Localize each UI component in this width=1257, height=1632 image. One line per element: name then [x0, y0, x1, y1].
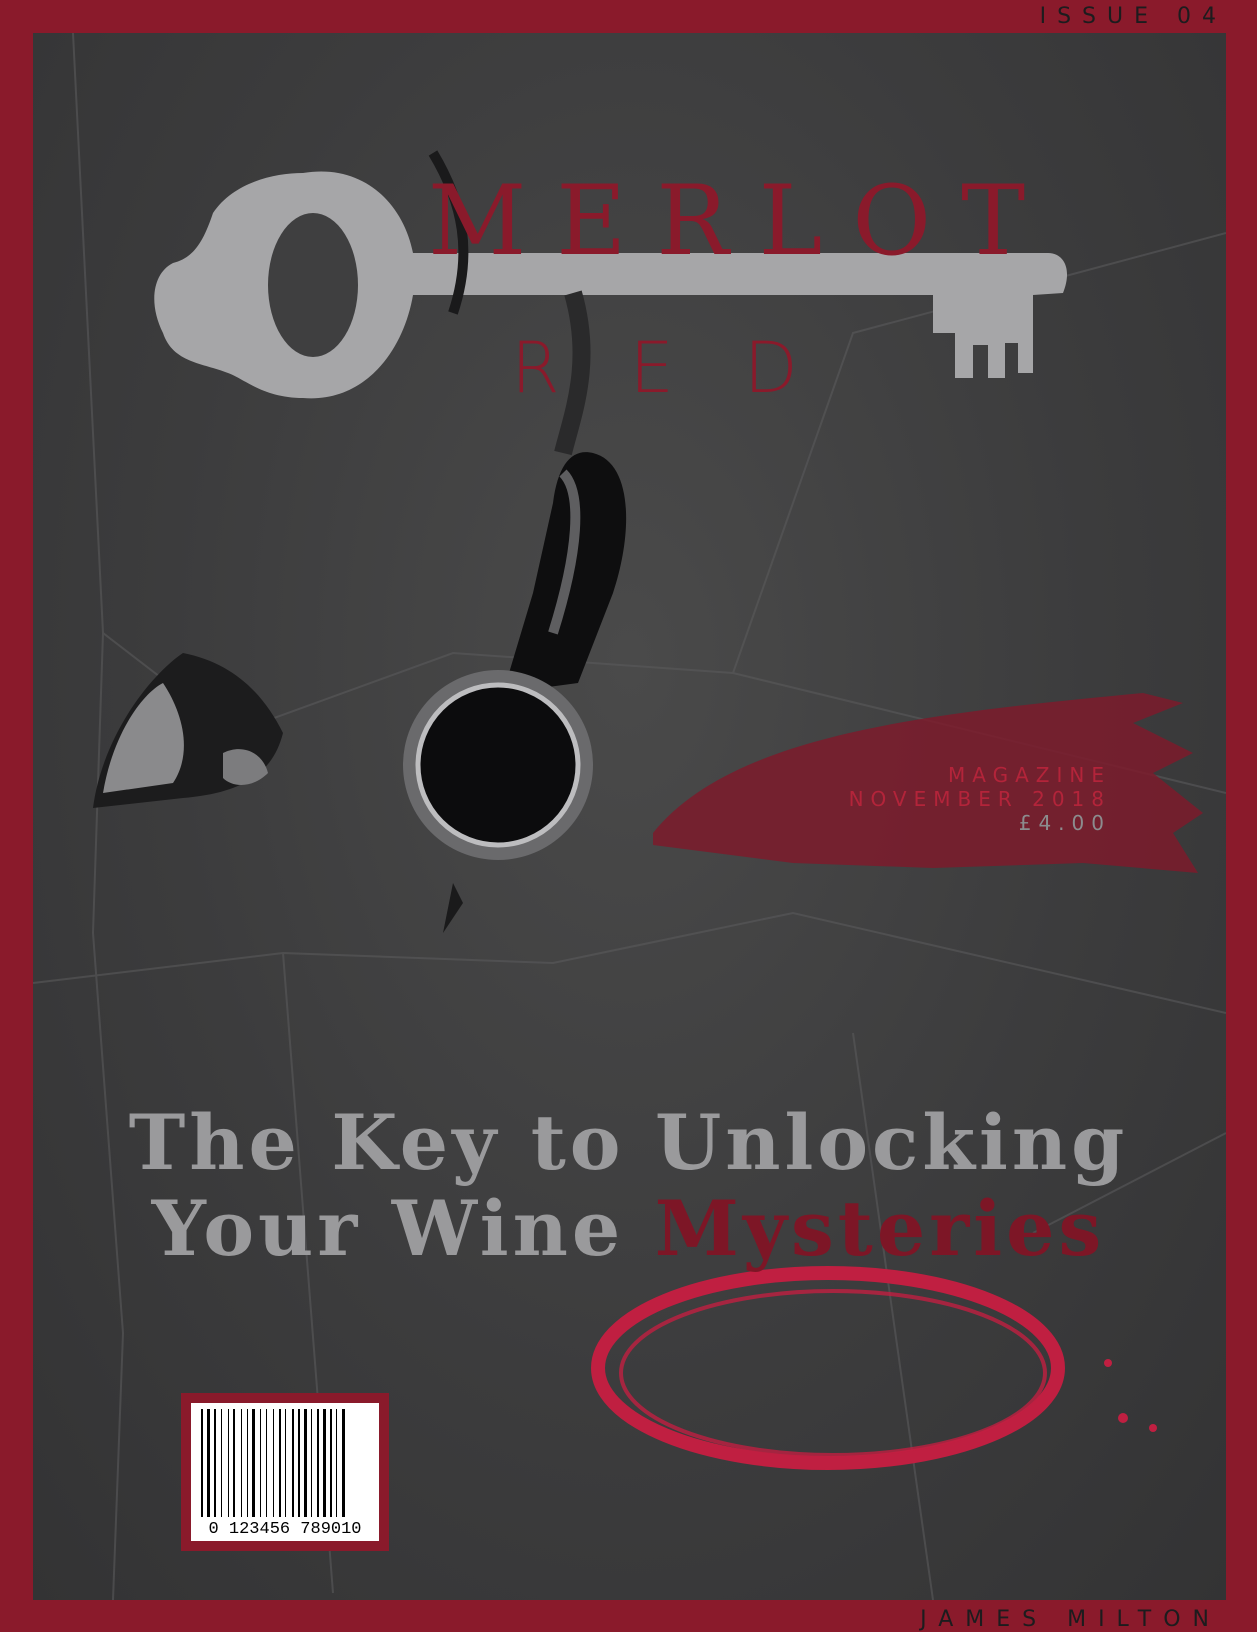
cover-artwork: MERLOT RED MAGAZINE NOVEMBER 2018 £4.00 …	[33, 33, 1226, 1600]
wine-stain-ring	[591, 1266, 1157, 1470]
author-name: JAMES MILTON	[920, 1607, 1221, 1632]
glass-shard-illustration	[93, 653, 283, 808]
issue-date: NOVEMBER 2018	[848, 787, 1111, 811]
issue-price: £4.00	[1018, 811, 1111, 835]
cover-headline: The Key to Unlocking Your Wine Mysteries	[0, 1100, 1257, 1272]
magazine-cover-page: { "cover": { "issue": "ISSUE 04", "title…	[0, 0, 1257, 1632]
headline-line-2: Your Wine Mysteries	[0, 1186, 1257, 1272]
magazine-label: MAGAZINE	[948, 763, 1111, 787]
issue-number: ISSUE 04	[1039, 4, 1227, 29]
issue-info: MAGAZINE NOVEMBER 2018 £4.00	[849, 763, 1111, 835]
barcode-number: 0 123456 789010	[208, 1520, 362, 1539]
headline-line-2-start: Your Wine	[151, 1184, 625, 1273]
barcode: 0 123456 789010	[181, 1393, 389, 1551]
headline-line-1: The Key to Unlocking	[128, 1098, 1129, 1187]
magazine-title-merlot: MERLOT	[428, 165, 1056, 277]
magazine-title-red: RED	[511, 327, 868, 409]
headline-accent: Mysteries	[654, 1184, 1106, 1273]
